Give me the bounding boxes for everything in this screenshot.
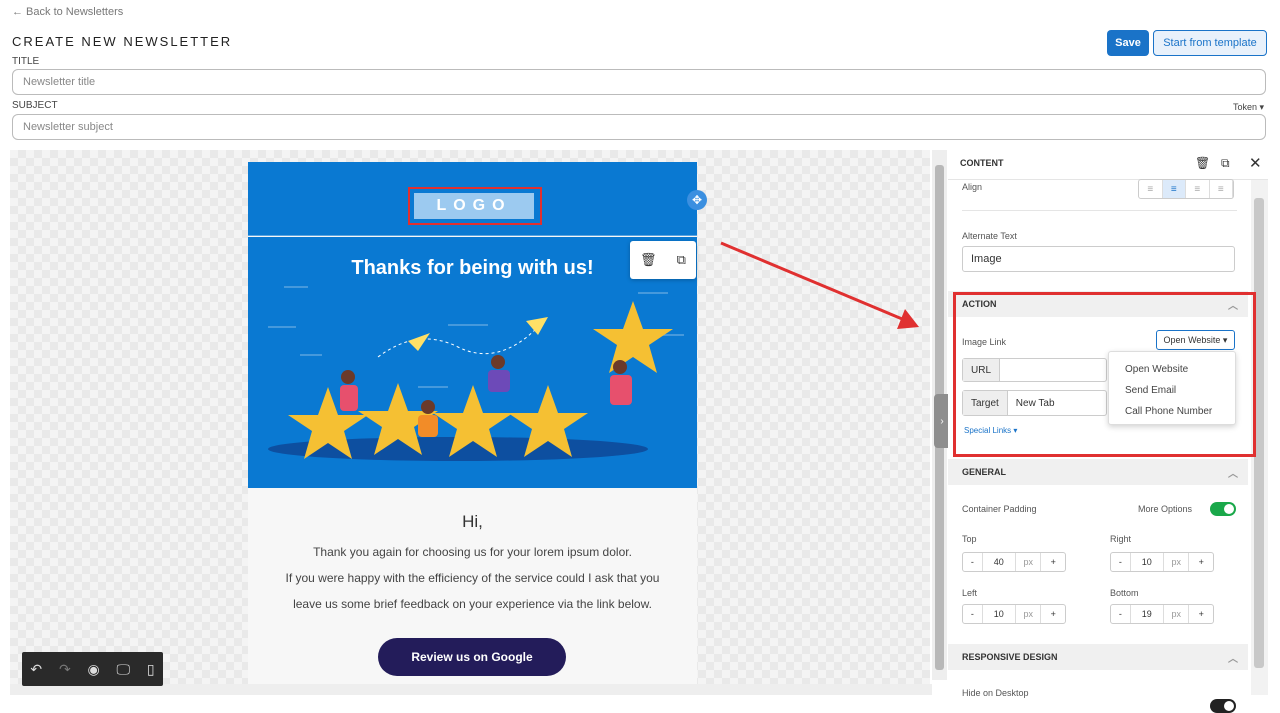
- top-padding-stepper[interactable]: - 40 px +: [962, 552, 1066, 572]
- subject-label: SUBJECT: [12, 100, 58, 111]
- start-from-template-button[interactable]: Start from template: [1153, 30, 1267, 56]
- mobile-view-icon[interactable]: ▯: [147, 661, 155, 678]
- chevron-up-icon: ︿: [1228, 469, 1238, 480]
- save-button[interactable]: Save: [1107, 30, 1149, 56]
- block-toolbar: 🗑 ⧉: [630, 241, 696, 279]
- email-preview: LOGO ✥ Thanks for being with us! 🗑 ⧉ Hi,…: [248, 162, 707, 695]
- annotation-arrow: [720, 241, 919, 329]
- hide-desktop-toggle[interactable]: [1210, 699, 1236, 713]
- align-label: Align: [962, 182, 983, 192]
- redo-icon[interactable]: ↷: [59, 661, 71, 678]
- unit-label: px: [1016, 553, 1042, 571]
- decrement-button[interactable]: -: [1111, 553, 1131, 571]
- hide-desktop-label: Hide on Desktop: [962, 688, 1029, 698]
- more-options-toggle[interactable]: [1210, 502, 1236, 516]
- increment-button[interactable]: +: [1189, 605, 1213, 623]
- panel-title: CONTENT: [960, 158, 1004, 168]
- copy-icon[interactable]: ⧉: [1221, 156, 1230, 171]
- logo-image[interactable]: LOGO: [414, 193, 534, 219]
- desktop-view-icon[interactable]: 🖵: [117, 661, 131, 678]
- action-highlight-outline: [953, 292, 1256, 457]
- increment-button[interactable]: +: [1041, 553, 1065, 571]
- decrement-button[interactable]: -: [963, 605, 983, 623]
- back-to-newsletters-link[interactable]: ← Back to Newsletters: [12, 6, 123, 18]
- title-label: TITLE: [12, 56, 40, 67]
- responsive-header-label: RESPONSIVE DESIGN: [962, 652, 1058, 662]
- right-padding-stepper[interactable]: - 10 px +: [1110, 552, 1214, 572]
- newsletter-title-input[interactable]: [12, 69, 1266, 95]
- general-section-header[interactable]: GENERAL ︿: [948, 459, 1248, 485]
- email-body-line: leave us some brief feedback on your exp…: [293, 597, 652, 611]
- alt-text-label: Alternate Text: [962, 231, 1017, 241]
- decrement-button[interactable]: -: [1111, 605, 1131, 623]
- panel-header: CONTENT 🗑 ⧉ ✕: [948, 148, 1268, 180]
- left-label: Left: [962, 588, 978, 598]
- review-google-button[interactable]: Review us on Google: [378, 638, 566, 676]
- duplicate-icon[interactable]: ⧉: [677, 252, 686, 268]
- unit-label: px: [1016, 605, 1042, 623]
- bottom-value[interactable]: 19: [1131, 605, 1164, 623]
- editor-canvas: LOGO ✥ Thanks for being with us! 🗑 ⧉ Hi,…: [10, 150, 930, 695]
- page-title: CREATE NEW NEWSLETTER: [12, 34, 233, 49]
- trash-icon[interactable]: 🗑: [640, 252, 657, 268]
- left-padding-stepper[interactable]: - 10 px +: [962, 604, 1066, 624]
- responsive-section-header[interactable]: RESPONSIVE DESIGN ︿: [948, 644, 1248, 670]
- close-icon[interactable]: ✕: [1249, 154, 1262, 172]
- email-body-line: Thank you again for choosing us for your…: [313, 545, 632, 559]
- divider: [962, 210, 1237, 211]
- preview-eye-icon[interactable]: ◉: [88, 661, 100, 678]
- more-options-label: More Options: [1138, 504, 1193, 514]
- email-body-line: If you were happy with the efficiency of…: [285, 571, 660, 585]
- unit-label: px: [1164, 605, 1190, 623]
- align-justify-icon[interactable]: ≡: [1210, 180, 1233, 198]
- top-value[interactable]: 40: [983, 553, 1016, 571]
- email-greeting: Hi,: [462, 512, 483, 531]
- align-center-icon[interactable]: ≡: [1162, 180, 1186, 198]
- top-label: Top: [962, 534, 977, 544]
- left-value[interactable]: 10: [983, 605, 1016, 623]
- right-label: Right: [1110, 534, 1132, 544]
- newsletter-subject-input[interactable]: [12, 114, 1266, 140]
- chevron-up-icon: ︿: [1228, 654, 1238, 665]
- bottom-padding-stepper[interactable]: - 19 px +: [1110, 604, 1214, 624]
- trash-icon[interactable]: 🗑: [1195, 156, 1210, 170]
- increment-button[interactable]: +: [1189, 553, 1213, 571]
- decrement-button[interactable]: -: [963, 553, 983, 571]
- general-header-label: GENERAL: [962, 467, 1007, 477]
- align-right-icon[interactable]: ≡: [1186, 180, 1210, 198]
- editor-toolbar: ↶ ↷ ◉ 🖵 ▯: [22, 652, 163, 686]
- increment-button[interactable]: +: [1041, 605, 1065, 623]
- align-left-icon[interactable]: ≡: [1139, 180, 1163, 198]
- unit-label: px: [1164, 553, 1190, 571]
- move-handle-icon[interactable]: ✥: [687, 190, 707, 210]
- container-padding-label: Container Padding: [962, 504, 1037, 514]
- right-value[interactable]: 10: [1131, 553, 1164, 571]
- token-dropdown[interactable]: Token ▾: [1233, 102, 1264, 113]
- bottom-label: Bottom: [1110, 588, 1139, 598]
- align-buttons: ≡ ≡ ≡ ≡: [1138, 179, 1234, 199]
- alt-text-input[interactable]: Image: [962, 246, 1235, 272]
- undo-icon[interactable]: ↶: [30, 661, 42, 678]
